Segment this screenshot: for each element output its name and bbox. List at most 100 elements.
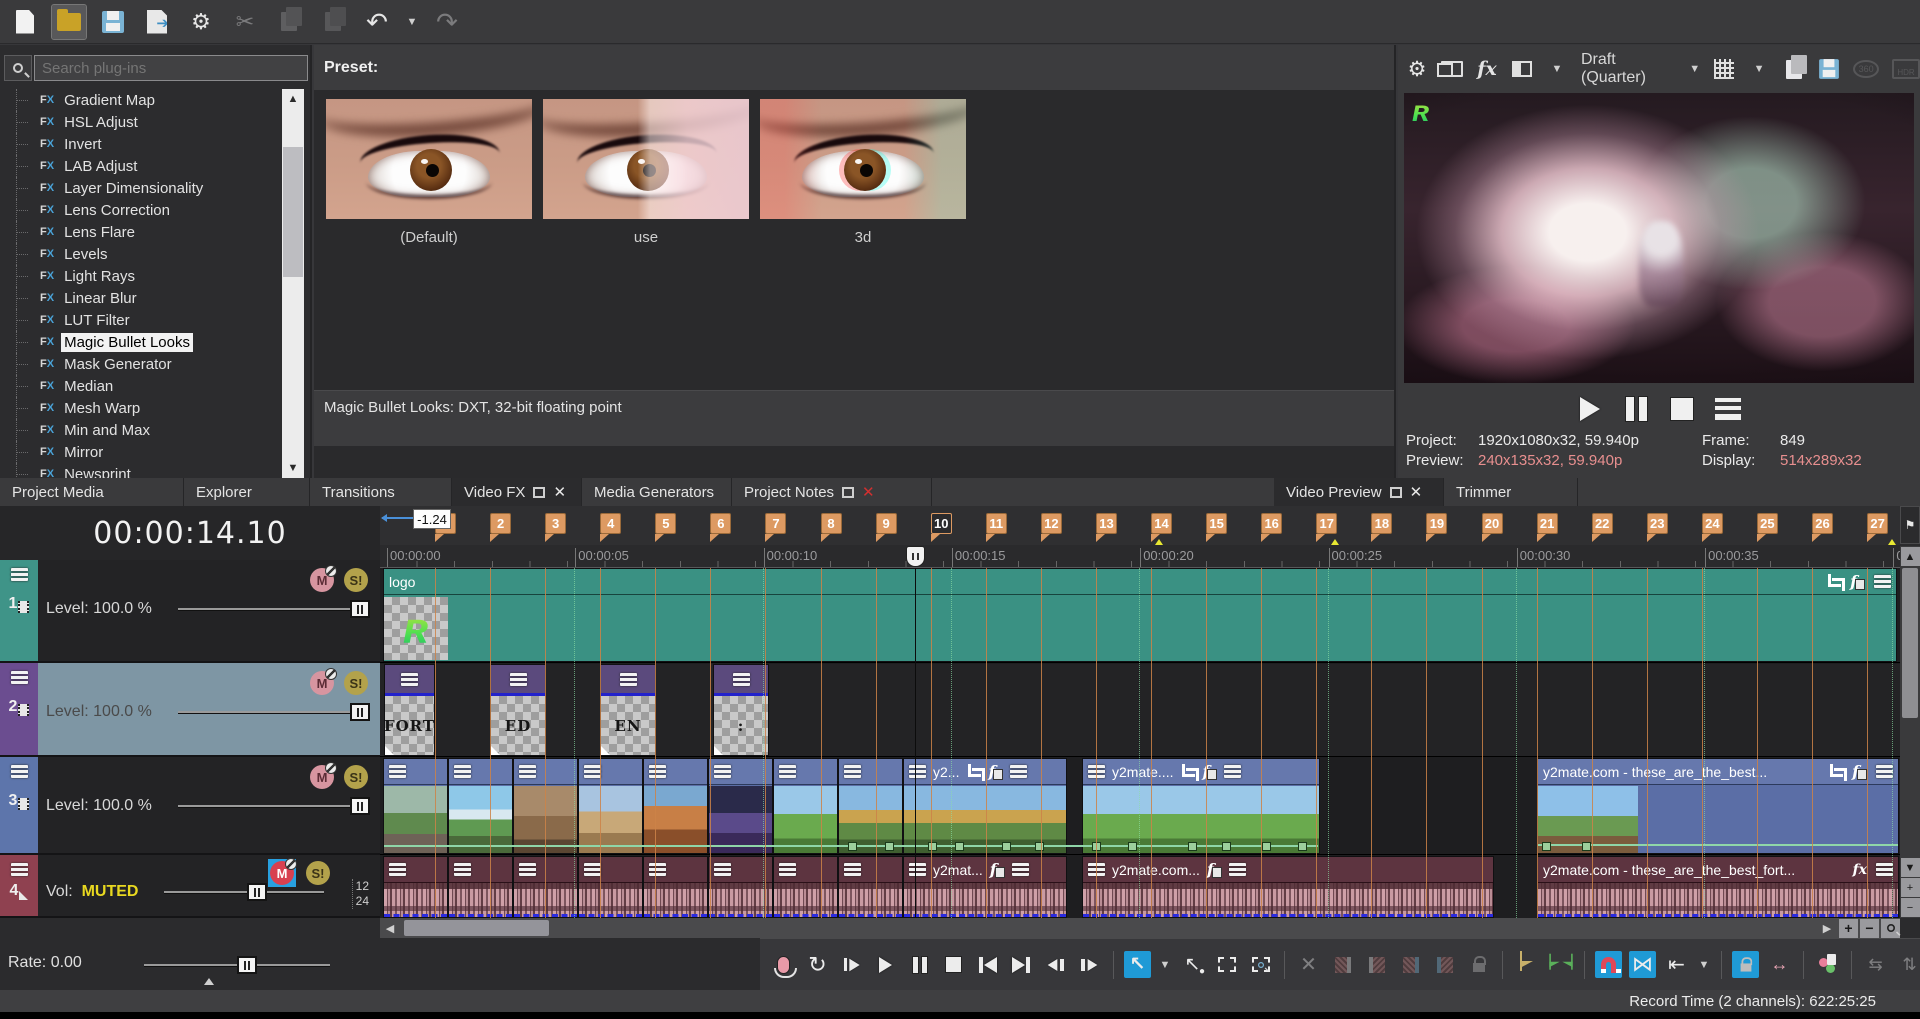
scrollbar-thumb[interactable] [283, 147, 303, 277]
close-icon[interactable]: ✕ [862, 483, 875, 501]
plugin-item[interactable]: FXHSL Adjust [2, 111, 282, 133]
level-slider[interactable] [178, 703, 370, 721]
track-3-lane[interactable]: y2...f y2mate....f y2mate.com - these_ar… [380, 758, 1900, 855]
clip-menu-icon[interactable] [909, 765, 926, 778]
preview-settings-gear-icon[interactable]: ⚙ [1406, 56, 1428, 82]
marker-tool-button[interactable]: ⚑ [1900, 506, 1920, 544]
clip-menu-icon[interactable] [389, 863, 406, 876]
undo-icon[interactable]: ↶ [360, 5, 394, 39]
event-fx-icon[interactable]: f [988, 762, 1003, 781]
plugin-item[interactable]: FXNewsprint [2, 463, 282, 478]
audio-clip[interactable] [448, 856, 513, 918]
plugin-item[interactable]: FXLevels [2, 243, 282, 265]
clip-menu-icon[interactable] [584, 765, 601, 778]
slider-handle[interactable] [350, 797, 370, 815]
trim-end-button[interactable] [1363, 951, 1390, 978]
level-slider[interactable] [178, 600, 370, 618]
auto-ripple-dropdown-icon[interactable]: ▼ [1697, 951, 1711, 978]
properties-gear-icon[interactable]: ⚙ [184, 5, 218, 39]
timeline-marker-17[interactable]: 17 [1316, 513, 1337, 534]
stop-button[interactable] [940, 951, 967, 978]
scroll-left-icon[interactable]: ◀ [380, 918, 400, 938]
pan-crop-icon[interactable] [1828, 764, 1843, 779]
clip-menu-icon[interactable] [1088, 863, 1105, 876]
audio-clip[interactable] [578, 856, 643, 918]
clip-menu-icon[interactable] [1229, 863, 1246, 876]
clip-menu-icon[interactable] [1876, 863, 1893, 876]
slider-handle[interactable] [350, 703, 370, 721]
timeline-marker-12[interactable]: 12 [1041, 513, 1062, 534]
clip-menu-icon[interactable] [1088, 765, 1105, 778]
mute-button[interactable]: M [310, 765, 334, 789]
redo-icon[interactable]: ↷ [430, 5, 464, 39]
preset-use-thumbnail[interactable] [543, 99, 749, 219]
open-project-icon[interactable] [52, 5, 86, 39]
plugin-item[interactable]: FXMagic Bullet Looks [2, 331, 282, 353]
scroll-down-icon[interactable]: ▼ [282, 458, 304, 478]
video-clip[interactable] [383, 758, 448, 854]
delete-button[interactable]: ✕ [1295, 951, 1322, 978]
undock-icon[interactable] [842, 487, 854, 498]
clip-menu-icon[interactable] [401, 673, 418, 686]
event-fx-icon[interactable]: f [990, 860, 1005, 879]
clip-menu-icon[interactable] [510, 673, 527, 686]
video-clip[interactable] [643, 758, 708, 854]
go-to-start-button[interactable] [974, 951, 1001, 978]
audio-clip-y2mat[interactable]: y2mat...f [903, 856, 1067, 918]
plugin-search-input[interactable] [34, 55, 308, 81]
video-clip[interactable] [448, 758, 513, 854]
snap-toggle[interactable] [1595, 951, 1622, 978]
solo-button[interactable]: S! [344, 671, 368, 695]
split-trim-end-button[interactable] [1431, 951, 1458, 978]
timeline-marker-25[interactable]: 25 [1757, 513, 1778, 534]
timeline-marker-9[interactable]: 9 [876, 513, 897, 534]
clip-menu-icon[interactable] [1010, 765, 1027, 778]
timeline-marker-5[interactable]: 5 [655, 513, 676, 534]
track-4-color-strip[interactable]: 4 [0, 855, 38, 916]
ignore-grouping-button[interactable] [1814, 951, 1841, 978]
clip-menu-icon[interactable] [454, 863, 471, 876]
plugin-item[interactable]: FXLUT Filter [2, 309, 282, 331]
timeline-marker-16[interactable]: 16 [1261, 513, 1282, 534]
track-zoom-out-button[interactable]: − [1901, 898, 1920, 917]
clip-en[interactable]: EN [600, 664, 656, 756]
clip-menu-icon[interactable] [649, 863, 666, 876]
timeline-marker-4[interactable]: 4 [600, 513, 621, 534]
pan-crop-icon[interactable] [1180, 764, 1195, 779]
scroll-right-icon[interactable]: ▶ [1817, 918, 1837, 938]
tab-explorer[interactable]: Explorer [184, 478, 310, 506]
clip-menu-icon[interactable] [844, 765, 861, 778]
save-snapshot-icon[interactable] [1818, 56, 1840, 82]
clip-logo[interactable]: logo f ʀ [383, 568, 1897, 662]
clip-menu-icon[interactable] [733, 673, 750, 686]
overlay-grid-dropdown-icon[interactable]: ▼ [1748, 56, 1770, 82]
preview-play-icon[interactable] [1575, 394, 1605, 424]
pause-button[interactable] [906, 951, 933, 978]
plugin-item[interactable]: FXLens Correction [2, 199, 282, 221]
audio-clip-y2mate-com[interactable]: y2mate.com...f [1082, 856, 1494, 918]
plugin-item[interactable]: FXInvert [2, 133, 282, 155]
auto-ripple-button[interactable]: ⇤ [1663, 951, 1690, 978]
slip-tool[interactable]: ↔ [1766, 951, 1793, 978]
event-fx-icon[interactable]: f [1202, 762, 1217, 781]
plugin-item[interactable]: FXMedian [2, 375, 282, 397]
mute-button[interactable]: M [270, 861, 294, 885]
record-button[interactable] [770, 951, 797, 978]
tab-trimmer[interactable]: Trimmer [1444, 478, 1578, 506]
next-frame-button[interactable] [1076, 951, 1103, 978]
tab-transitions[interactable]: Transitions [310, 478, 452, 506]
timeline-marker-11[interactable]: 11 [986, 513, 1007, 534]
timeline-marker-7[interactable]: 7 [765, 513, 786, 534]
track-zoom-in-button[interactable]: + [1901, 878, 1920, 897]
preview-stop-icon[interactable] [1667, 394, 1697, 424]
undock-icon[interactable] [533, 487, 545, 498]
playhead-cursor[interactable] [906, 546, 925, 567]
track-2-lane[interactable]: FORT ED EN : [380, 664, 1900, 757]
new-project-icon[interactable] [8, 5, 42, 39]
timeline-marker-18[interactable]: 18 [1371, 513, 1392, 534]
timeline-marker-3[interactable]: 3 [545, 513, 566, 534]
insert-marker-button[interactable] [1513, 951, 1540, 978]
event-fx-icon[interactable]: f [1852, 762, 1867, 781]
clip-menu-icon[interactable] [779, 863, 796, 876]
track-menu-icon[interactable] [11, 671, 28, 684]
